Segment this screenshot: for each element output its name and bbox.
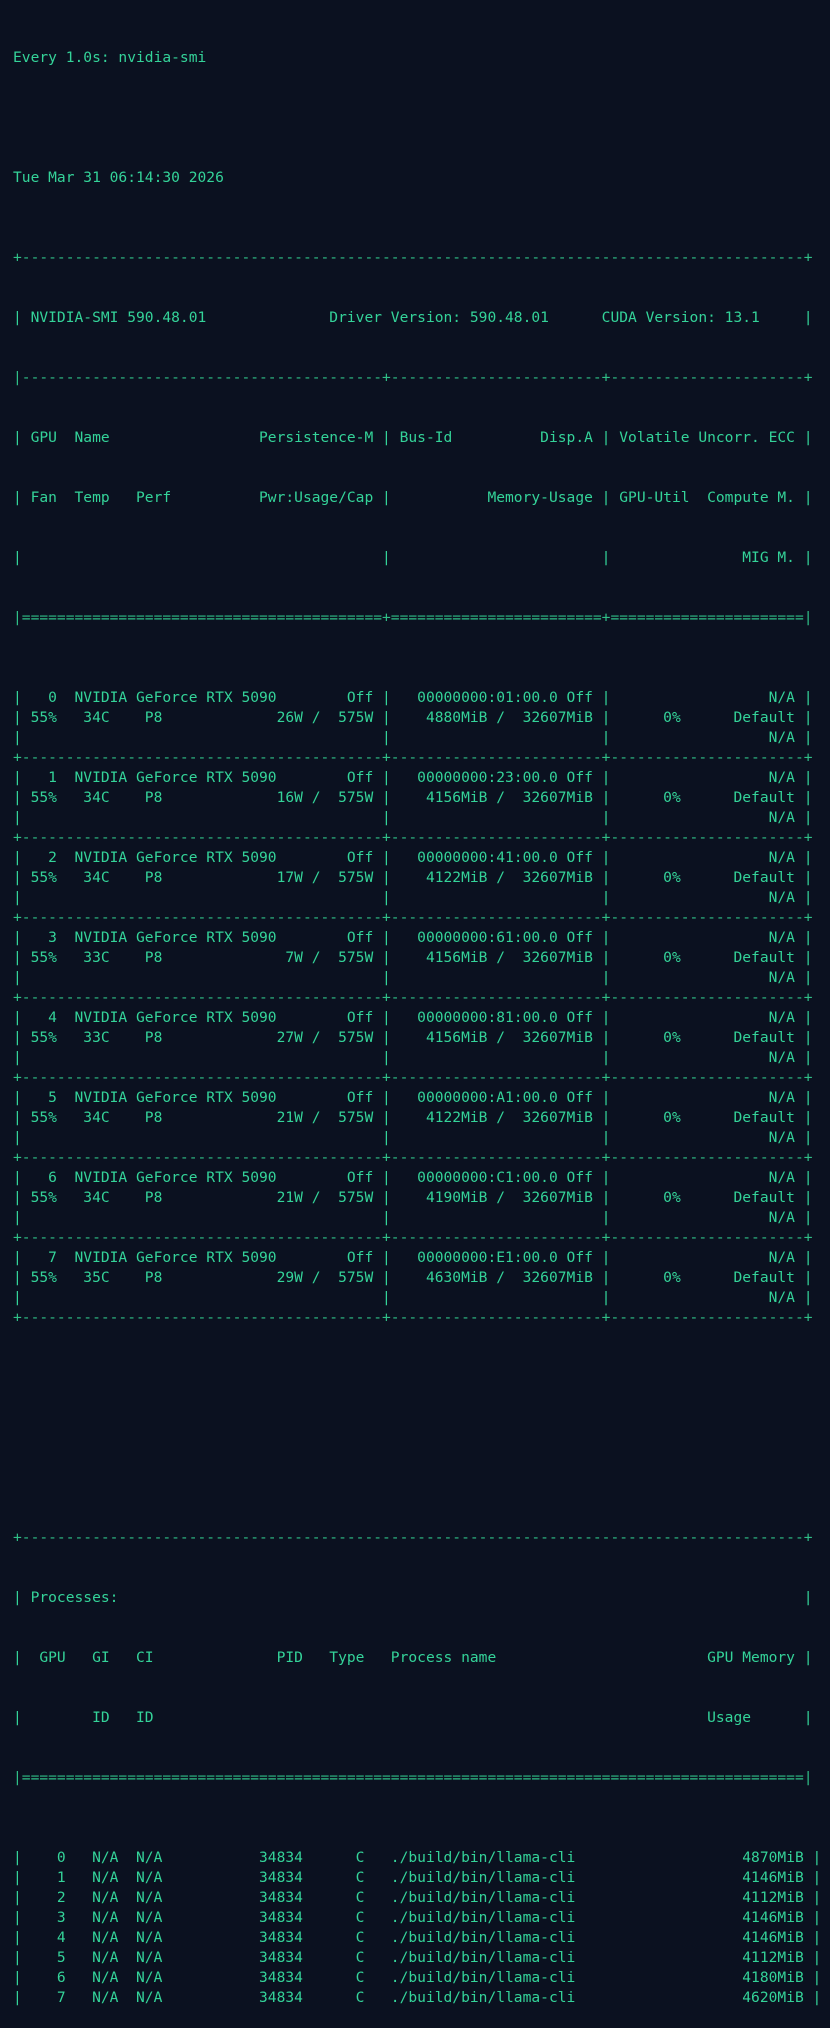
gpu-row-line: | 3 NVIDIA GeForce RTX 5090 Off | 000000… — [13, 929, 813, 946]
process-row: | 6 N/A N/A 34834 C ./build/bin/llama-cl… — [13, 1969, 822, 1986]
gpu-row-line: | 55% 34C P8 17W / 575W | 4122MiB / 3260… — [13, 869, 813, 886]
processes-header-2: | ID ID Usage | — [13, 1709, 813, 1726]
column-header-2: | Fan Temp Perf Pwr:Usage/Cap | Memory-U… — [13, 489, 813, 506]
processes-title: | Processes: | — [13, 1589, 813, 1606]
gpu-row-line: | 55% 34C P8 26W / 575W | 4880MiB / 3260… — [13, 709, 813, 726]
gpu-row-separator: +---------------------------------------… — [13, 829, 813, 846]
gpu-row-line: | | | N/A | — [13, 809, 813, 826]
border-top: +---------------------------------------… — [13, 249, 813, 266]
gpu-row-line: | 55% 35C P8 29W / 575W | 4630MiB / 3260… — [13, 1269, 813, 1286]
gpu-table: | 0 NVIDIA GeForce RTX 5090 Off | 000000… — [13, 688, 821, 1328]
process-row: | 3 N/A N/A 34834 C ./build/bin/llama-cl… — [13, 1909, 822, 1926]
gpu-row-line: | 55% 33C P8 27W / 575W | 4156MiB / 3260… — [13, 1029, 813, 1046]
gpu-row-line: | 7 NVIDIA GeForce RTX 5090 Off | 000000… — [13, 1249, 813, 1266]
process-row: | 0 N/A N/A 34834 C ./build/bin/llama-cl… — [13, 1849, 822, 1866]
version-line: | NVIDIA-SMI 590.48.01 Driver Version: 5… — [13, 309, 813, 326]
gpu-row-line: | | | N/A | — [13, 1049, 813, 1066]
section-separator: |---------------------------------------… — [13, 369, 813, 386]
processes-border-top: +---------------------------------------… — [13, 1529, 813, 1546]
gpu-row-line: | 55% 34C P8 21W / 575W | 4190MiB / 3260… — [13, 1189, 813, 1206]
gpu-row-line: | 55% 34C P8 21W / 575W | 4122MiB / 3260… — [13, 1109, 813, 1126]
gpu-row-line: | | | N/A | — [13, 969, 813, 986]
gpu-row-line: | | | N/A | — [13, 1209, 813, 1226]
gpu-row-separator: +---------------------------------------… — [13, 989, 813, 1006]
column-header-3: | | | MIG M. | — [13, 549, 813, 566]
terminal-output: Every 1.0s: nvidia-smi Tue Mar 31 06:14:… — [13, 8, 821, 2028]
timestamp: Tue Mar 31 06:14:30 2026 — [13, 169, 224, 186]
gpu-row-line: | | | N/A | — [13, 1289, 813, 1306]
gpu-row-line: | | | N/A | — [13, 1129, 813, 1146]
gpu-row-separator: +---------------------------------------… — [13, 1229, 813, 1246]
gpu-row-line: | 6 NVIDIA GeForce RTX 5090 Off | 000000… — [13, 1169, 813, 1186]
process-row: | 4 N/A N/A 34834 C ./build/bin/llama-cl… — [13, 1929, 822, 1946]
process-row: | 1 N/A N/A 34834 C ./build/bin/llama-cl… — [13, 1869, 822, 1886]
process-row: | 2 N/A N/A 34834 C ./build/bin/llama-cl… — [13, 1889, 822, 1906]
gpu-row-separator: +---------------------------------------… — [13, 749, 813, 766]
gpu-row-separator: +---------------------------------------… — [13, 1149, 813, 1166]
gpu-row-line: | 1 NVIDIA GeForce RTX 5090 Off | 000000… — [13, 769, 813, 786]
gpu-row-line: | 2 NVIDIA GeForce RTX 5090 Off | 000000… — [13, 849, 813, 866]
column-header-1: | GPU Name Persistence-M | Bus-Id Disp.A… — [13, 429, 813, 446]
gpu-row-line: | 55% 34C P8 16W / 575W | 4156MiB / 3260… — [13, 789, 813, 806]
process-row: | 5 N/A N/A 34834 C ./build/bin/llama-cl… — [13, 1949, 822, 1966]
processes-double-separator: |=======================================… — [13, 1769, 813, 1786]
watch-header: Every 1.0s: nvidia-smi — [13, 49, 207, 66]
processes-header-1: | GPU GI CI PID Type Process name GPU Me… — [13, 1649, 813, 1666]
gpu-row-separator: +---------------------------------------… — [13, 1309, 813, 1326]
double-separator: |=======================================… — [13, 609, 813, 626]
gpu-row-separator: +---------------------------------------… — [13, 1069, 813, 1086]
gpu-row-line: | 5 NVIDIA GeForce RTX 5090 Off | 000000… — [13, 1089, 813, 1106]
gpu-row-line: | 55% 33C P8 7W / 575W | 4156MiB / 32607… — [13, 949, 813, 966]
gpu-row-line: | | | N/A | — [13, 889, 813, 906]
process-row: | 7 N/A N/A 34834 C ./build/bin/llama-cl… — [13, 1989, 822, 2006]
gpu-row-line: | 0 NVIDIA GeForce RTX 5090 Off | 000000… — [13, 689, 813, 706]
gpu-row-line: | | | N/A | — [13, 729, 813, 746]
gpu-row-line: | 4 NVIDIA GeForce RTX 5090 Off | 000000… — [13, 1009, 813, 1026]
processes-table: | 0 N/A N/A 34834 C ./build/bin/llama-cl… — [13, 1848, 821, 2008]
gpu-row-separator: +---------------------------------------… — [13, 909, 813, 926]
